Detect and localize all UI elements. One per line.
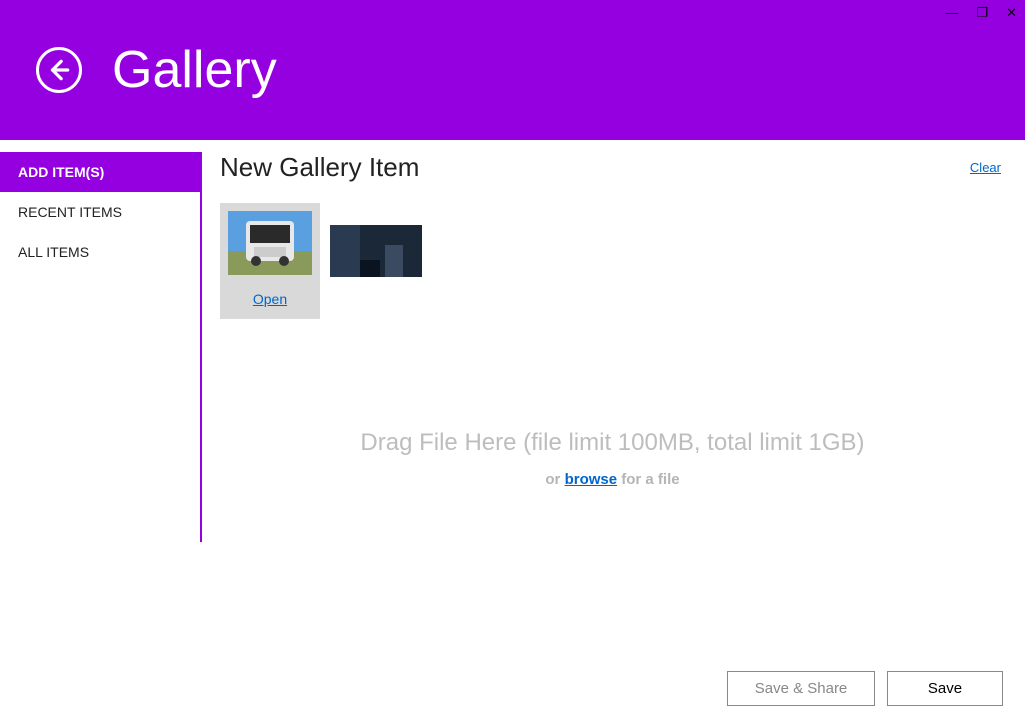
browse-link[interactable]: browse <box>565 471 618 488</box>
main-panel: New Gallery Item Clear Open <box>202 140 1025 726</box>
sidebar: ADD ITEM(S) RECENT ITEMS ALL ITEMS <box>0 140 200 726</box>
close-button[interactable]: ✕ <box>1006 6 1017 19</box>
page-title: Gallery <box>112 40 277 100</box>
dropzone[interactable]: Drag File Here (file limit 100MB, total … <box>220 429 1005 488</box>
footer-actions: Save & Share Save <box>727 671 1003 706</box>
body: ADD ITEM(S) RECENT ITEMS ALL ITEMS New G… <box>0 140 1025 726</box>
back-button[interactable] <box>36 47 82 93</box>
dropzone-text: Drag File Here (file limit 100MB, total … <box>220 429 1005 457</box>
dropzone-or: or <box>545 471 564 488</box>
dropzone-subtext: or browse for a file <box>220 471 1005 488</box>
open-link[interactable]: Open <box>253 291 287 307</box>
header-bar: Gallery <box>0 0 1025 140</box>
minimize-button[interactable]: — <box>945 6 958 19</box>
app-window: — ❐ ✕ Gallery ADD ITEM(S) RECENT ITEMS A… <box>0 0 1025 726</box>
thumbnail-image-icon[interactable] <box>330 225 422 277</box>
window-controls: — ❐ ✕ <box>945 6 1017 19</box>
main-title: New Gallery Item <box>220 152 419 183</box>
sidebar-item-all[interactable]: ALL ITEMS <box>0 232 200 272</box>
sidebar-item-recent[interactable]: RECENT ITEMS <box>0 192 200 232</box>
save-button[interactable]: Save <box>887 671 1003 706</box>
dropzone-rest: for a file <box>617 471 680 488</box>
thumbnail-card[interactable]: Open <box>220 203 320 319</box>
save-share-button[interactable]: Save & Share <box>727 671 875 706</box>
main-header: New Gallery Item Clear <box>220 152 1005 183</box>
clear-link[interactable]: Clear <box>970 160 1001 175</box>
thumbnail-row: Open <box>220 203 1005 319</box>
maximize-button[interactable]: ❐ <box>976 6 988 19</box>
arrow-left-icon <box>46 57 72 83</box>
thumbnail-image-icon <box>228 211 312 275</box>
sidebar-item-add[interactable]: ADD ITEM(S) <box>0 152 200 192</box>
